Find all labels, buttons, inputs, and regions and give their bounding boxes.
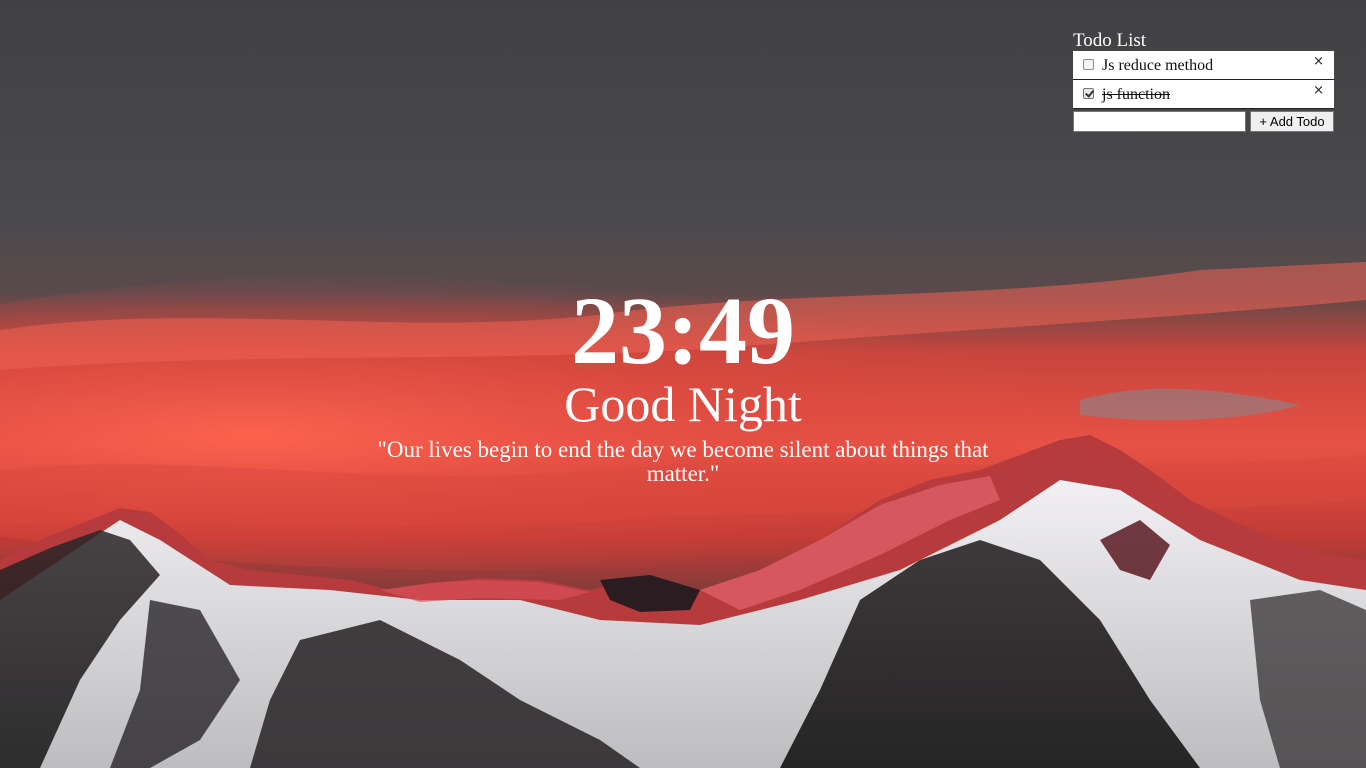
quote-text: "Our lives begin to end the day we becom…: [377, 437, 989, 486]
clock-time: 23:49: [571, 277, 795, 384]
todo-list: Js reduce method × js function ×: [1073, 51, 1334, 109]
greeting-text: Good Night: [564, 376, 802, 432]
add-todo-form: + Add Todo: [1073, 111, 1334, 133]
remove-todo-icon[interactable]: ×: [1313, 54, 1324, 69]
todo-item-text: Js reduce method: [1102, 57, 1214, 74]
todo-title: Todo List: [1073, 30, 1147, 51]
remove-todo-icon[interactable]: ×: [1313, 83, 1324, 98]
todo-checkbox[interactable]: [1083, 59, 1094, 70]
todo-item: js function ×: [1073, 80, 1334, 109]
todo-checkbox-checked[interactable]: [1083, 88, 1094, 99]
todo-item: Js reduce method ×: [1073, 51, 1334, 80]
new-todo-input[interactable]: [1073, 111, 1246, 132]
todo-item-text: js function: [1102, 86, 1170, 103]
todo-widget: Todo List Js reduce method × js function…: [1073, 31, 1334, 133]
add-todo-button[interactable]: + Add Todo: [1250, 111, 1334, 132]
